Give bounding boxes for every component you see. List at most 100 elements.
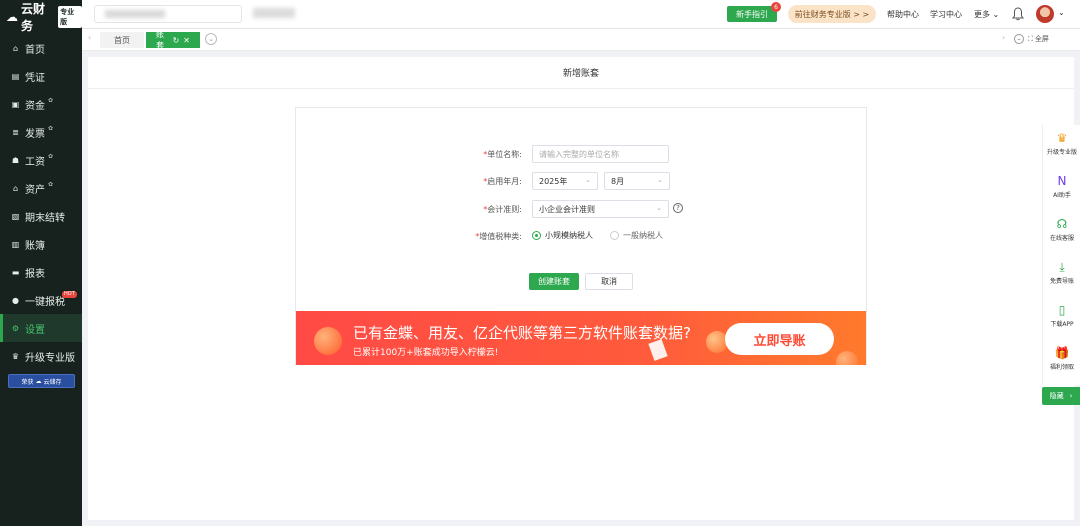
sidebar-item-label: 升级专业版 bbox=[25, 352, 75, 364]
sidebar-item-settings[interactable]: ⚙ 设置 bbox=[0, 314, 82, 342]
tab-home[interactable]: 首页 bbox=[100, 32, 144, 48]
sidebar-item-label: 首页 bbox=[25, 44, 45, 56]
hide-toolbar-button[interactable]: 隐藏 › bbox=[1042, 387, 1080, 405]
sidebar-item-label: 工资 bbox=[25, 156, 45, 168]
import-now-button[interactable]: 立即导账 bbox=[725, 323, 834, 355]
sidebar-item-label: 凭证 bbox=[25, 72, 45, 84]
learning-center-link[interactable]: 学习中心 bbox=[930, 9, 962, 20]
vat-small-scale-radio[interactable]: 小规模纳税人 bbox=[532, 230, 593, 241]
right-toolbar-label: 免费导账 bbox=[1049, 278, 1074, 285]
close-icon[interactable]: ✕ bbox=[183, 36, 190, 45]
sidebar-item-label: 期末结转 bbox=[25, 212, 65, 224]
sidebar-item-period-close[interactable]: ▧ 期末结转 bbox=[0, 202, 82, 230]
help-icon[interactable]: ? bbox=[673, 203, 683, 213]
tabs-close-all-icon[interactable]: – bbox=[1014, 34, 1024, 44]
sidebar-item-home[interactable]: ⌂ 首页 bbox=[0, 34, 82, 62]
more-menu[interactable]: 更多 ⌄ bbox=[974, 9, 999, 20]
unit-name-input[interactable]: 请输入完整的单位名称 bbox=[532, 145, 669, 163]
phone-icon: ▯ bbox=[1058, 303, 1066, 317]
tab-account-set[interactable]: 账套 ↻ ✕ bbox=[146, 30, 200, 50]
vat-type-label: *增值税种类: bbox=[475, 232, 522, 241]
right-toolbar-label: AI助手 bbox=[1053, 192, 1071, 199]
sidebar-item-tax[interactable]: ● 一键报税 HOT bbox=[0, 286, 82, 314]
page-title: 新增账套 bbox=[88, 57, 1074, 89]
premium-mark-icon: ✿ bbox=[48, 96, 54, 104]
right-toolbar-phone[interactable]: ▯ 下载APP bbox=[1043, 297, 1080, 337]
import-promo-banner[interactable]: 已有金蝶、用友、亿企代账等第三方软件账套数据? 已累计100万+账套成功导入柠檬… bbox=[296, 311, 866, 365]
accounting-standard-select[interactable]: 小企业会计准则 ⌄ bbox=[532, 200, 669, 218]
sidebar-item-ledger[interactable]: ▥ 账簿 bbox=[0, 230, 82, 258]
banner-subtitle: 已累计100万+账套成功导入柠檬云! bbox=[353, 348, 499, 358]
premium-mark-icon: ✿ bbox=[48, 180, 54, 188]
chevron-down-icon: ⌄ bbox=[992, 10, 1000, 19]
help-center-link[interactable]: 帮助中心 bbox=[887, 9, 919, 20]
asset-icon: ⌂ bbox=[12, 183, 19, 193]
tab-home-label: 首页 bbox=[114, 35, 130, 45]
premium-mark-icon: ✿ bbox=[48, 124, 54, 132]
fund-icon: ▣ bbox=[11, 99, 20, 109]
sidebar-item-crown[interactable]: ♛ 升级专业版 bbox=[0, 342, 82, 370]
right-toolbar-headset[interactable]: ☊ 在线客服 bbox=[1043, 211, 1080, 251]
invoice-icon: ≣ bbox=[12, 127, 19, 137]
tabs-more-icon[interactable]: ⌄ bbox=[205, 33, 217, 45]
sidebar-item-asset[interactable]: ⌂ 资产 ✿ bbox=[0, 174, 82, 202]
refresh-icon[interactable]: ↻ bbox=[173, 36, 180, 45]
accounting-standard-row: *会计准则: 小企业会计准则 ⌄ ? bbox=[296, 200, 868, 220]
new-account-set-form: *单位名称: 请输入完整的单位名称 *启用年月: 2025年 ⌄ 8月 ⌄ *会… bbox=[295, 107, 867, 365]
cloud-icon: ☁ bbox=[35, 377, 42, 385]
guide-count-badge: 6 bbox=[771, 2, 781, 12]
right-toolbar-label: 福利领取 bbox=[1049, 364, 1074, 371]
start-year-value: 2025年 bbox=[539, 176, 568, 186]
chevron-down-icon[interactable]: ⌄ bbox=[1058, 8, 1065, 17]
sidebar-item-salary[interactable]: ☗ 工资 ✿ bbox=[0, 146, 82, 174]
tabs-scroll-right-icon[interactable]: › bbox=[1002, 33, 1005, 42]
company-selector[interactable] bbox=[94, 5, 242, 23]
sidebar-item-report[interactable]: ▬ 报表 bbox=[0, 258, 82, 286]
report-icon: ▬ bbox=[11, 267, 20, 277]
app-logo[interactable]: ☁ 云财务 专业版 bbox=[0, 0, 82, 34]
chevron-down-icon: ⌄ bbox=[657, 176, 663, 184]
right-toolbar-ai[interactable]: N AI助手 bbox=[1043, 168, 1080, 208]
beginner-guide-button[interactable]: 新手指引 bbox=[727, 6, 777, 22]
vat-general-label: 一般纳税人 bbox=[623, 231, 663, 240]
settings-icon: ⚙ bbox=[11, 323, 20, 333]
unit-name-row: *单位名称: 请输入完整的单位名称 bbox=[296, 145, 868, 165]
hide-label: 隐藏 bbox=[1049, 392, 1064, 400]
decorative-bubble bbox=[836, 351, 858, 365]
start-month-value: 8月 bbox=[611, 176, 625, 186]
tabs-scroll-left-icon[interactable]: ‹ bbox=[88, 33, 91, 42]
fullscreen-button[interactable]: ⛶ 全屏 bbox=[1028, 34, 1049, 44]
sidebar-item-label: 资产 bbox=[25, 184, 45, 196]
accounting-standard-value: 小企业会计准则 bbox=[539, 204, 595, 214]
sidebar-item-label: 发票 bbox=[25, 128, 45, 140]
vat-general-radio[interactable]: 一般纳税人 bbox=[610, 230, 663, 241]
gift-icon: 🎁 bbox=[1054, 346, 1070, 360]
right-toolbar-download[interactable]: ⤓ 免费导账 bbox=[1043, 254, 1080, 294]
sidebar-item-voucher[interactable]: ▤ 凭证 bbox=[0, 62, 82, 90]
sidebar-item-fund[interactable]: ▣ 资金 ✿ bbox=[0, 90, 82, 118]
cloud-storage-badge[interactable]: 荣获 ☁ 云储存 bbox=[8, 374, 75, 388]
top-bar: 新手指引 6 前往财务专业版 > > 帮助中心 学习中心 更多 ⌄ ⌄ bbox=[82, 0, 1080, 29]
avatar[interactable] bbox=[1036, 5, 1054, 23]
download-icon: ⤓ bbox=[1059, 259, 1065, 274]
start-year-select[interactable]: 2025年 ⌄ bbox=[532, 172, 598, 190]
chevron-down-icon: ⌄ bbox=[656, 204, 662, 212]
storage-badge-right: 云储存 bbox=[43, 378, 62, 386]
start-period-row: *启用年月: 2025年 ⌄ 8月 ⌄ bbox=[296, 172, 868, 192]
cancel-button[interactable]: 取消 bbox=[585, 273, 633, 290]
sidebar-item-invoice[interactable]: ≣ 发票 ✿ bbox=[0, 118, 82, 146]
create-account-set-button[interactable]: 创建账套 bbox=[529, 273, 579, 290]
start-month-select[interactable]: 8月 ⌄ bbox=[604, 172, 670, 190]
bell-icon[interactable] bbox=[1012, 7, 1024, 21]
vat-type-row: *增值税种类: 小规模纳税人 一般纳税人 bbox=[296, 227, 868, 247]
right-toolbar-gift[interactable]: 🎁 福利领取 bbox=[1043, 340, 1080, 380]
go-pro-link[interactable]: 前往财务专业版 > > bbox=[788, 5, 876, 23]
sidebar-item-label: 设置 bbox=[25, 324, 45, 336]
start-period-label: *启用年月: bbox=[483, 177, 522, 186]
sidebar-item-label: 一键报税 bbox=[25, 296, 65, 308]
period-close-icon: ▧ bbox=[11, 211, 20, 221]
ai-icon: N bbox=[1057, 174, 1067, 188]
banner-title: 已有金蝶、用友、亿企代账等第三方软件账套数据? bbox=[353, 324, 691, 342]
right-toolbar-crown[interactable]: ♛ 升级专业版 bbox=[1043, 125, 1080, 165]
premium-mark-icon: ✿ bbox=[48, 152, 54, 160]
